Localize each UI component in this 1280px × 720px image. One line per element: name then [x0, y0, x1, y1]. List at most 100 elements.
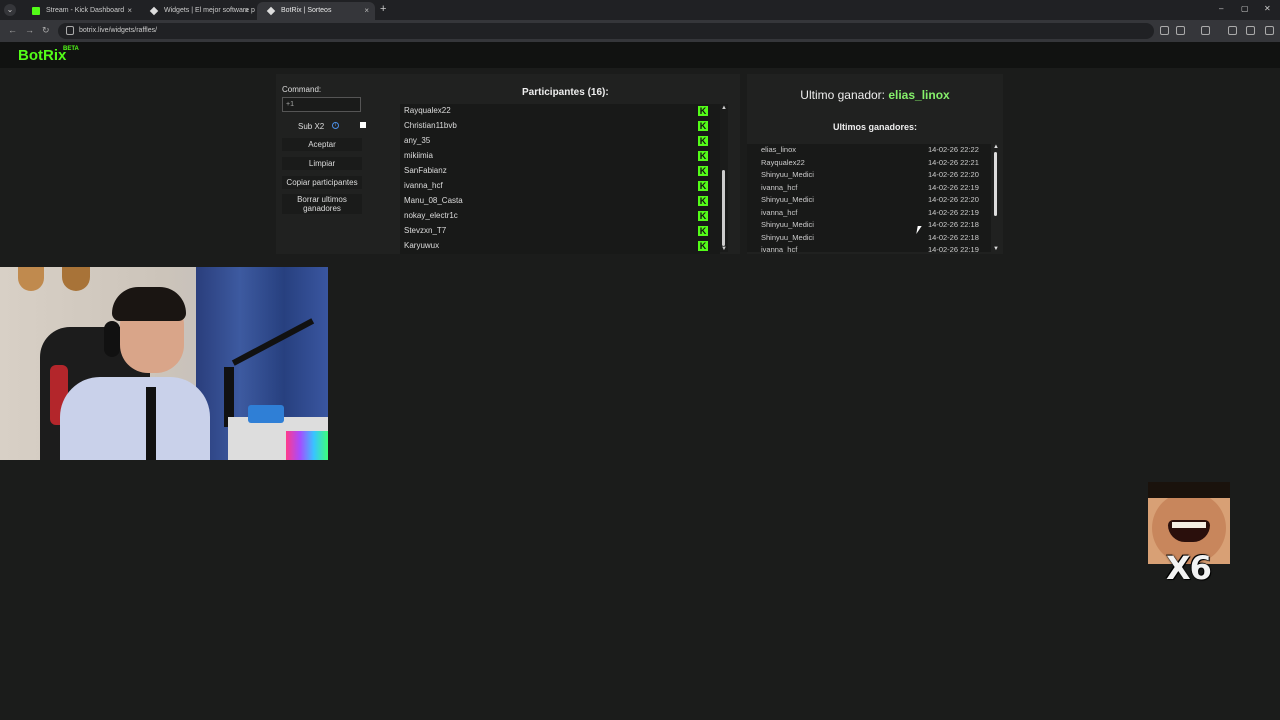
winner-name: elias_linox	[761, 145, 797, 154]
participant-row[interactable]: nokay_electr1c K	[400, 209, 720, 224]
streamer-body	[60, 377, 210, 460]
participant-name: Karyuwux	[404, 241, 440, 250]
winner-row: elias_linox 14-02-26 22:22	[747, 144, 991, 157]
browser-tab[interactable]: BotRix | Sorteos ×	[257, 2, 375, 20]
winner-row: Shinyuu_Medici 14-02-26 22:18	[747, 232, 991, 245]
tab-close-icon[interactable]: ×	[244, 2, 249, 20]
participants-list[interactable]: Rayqualex22 K Christian11bvb Kany_35 Kmikiim…	[400, 104, 720, 254]
address-bar[interactable]: botrix.live/widgets/raffles/	[58, 23, 1154, 39]
kick-icon: K	[698, 226, 708, 236]
streamer-tie	[146, 387, 156, 460]
rgb-keyboard	[286, 431, 328, 460]
maximize-button[interactable]: ▢	[1241, 4, 1249, 13]
multiplier-badge: X6	[1166, 549, 1212, 587]
translate-icon[interactable]	[1160, 26, 1169, 35]
copy-participants-button[interactable]: Copiar participantes	[282, 176, 362, 189]
window-close-button[interactable]: ✕	[1264, 4, 1271, 13]
site-info-icon[interactable]	[66, 26, 74, 35]
winner-date: 14-02-26 22:18	[928, 232, 979, 242]
streamer-hair	[112, 287, 186, 321]
url-text[interactable]: botrix.live/widgets/raffles/	[79, 23, 157, 39]
minimize-button[interactable]: –	[1219, 4, 1223, 13]
media-icon[interactable]	[1228, 26, 1237, 35]
scroll-up-icon[interactable]: ▲	[993, 144, 999, 150]
accept-button[interactable]: Aceptar	[282, 138, 362, 151]
winner-row: ivanna_hcf 14-02-26 22:19	[747, 244, 991, 252]
more-menu-icon[interactable]	[1265, 26, 1274, 35]
tab-title: Stream - Kick Dashboard	[46, 7, 125, 14]
bookmark-star-icon[interactable]	[1176, 26, 1185, 35]
new-tab-button[interactable]: +	[380, 3, 386, 15]
winner-name: Shinyuu_Medici	[761, 232, 814, 242]
botrix-logo[interactable]: BotRix	[18, 47, 66, 64]
participant-name: Rayqualex22	[404, 106, 451, 115]
participants-title: Participantes (16):	[522, 87, 609, 98]
command-input[interactable]	[282, 97, 361, 112]
winner-date: 14-02-26 22:20	[928, 170, 979, 179]
tab-close-icon[interactable]: ×	[364, 2, 369, 20]
participant-row[interactable]: SanFabianz K	[400, 164, 720, 179]
kick-icon: K	[698, 121, 708, 131]
participant-row[interactable]: Manu_08_Casta K	[400, 194, 720, 209]
kick-icon: K	[698, 151, 708, 161]
sub-x2-label: Sub X2	[298, 122, 325, 131]
back-button[interactable]: ←	[8, 25, 17, 35]
clear-button[interactable]: Limpiar	[282, 157, 362, 170]
participants-scrollbar[interactable]: ▲ ▼	[720, 104, 728, 252]
delete-winners-button[interactable]: Borrar ultimos ganadores	[282, 194, 362, 214]
winner-date: 14-02-26 22:18	[928, 220, 979, 229]
participant-name: Stevzxn_T7	[404, 226, 447, 235]
participant-name: Christian11bvb	[404, 121, 457, 130]
winner-name: Shinyuu_Medici	[761, 170, 814, 179]
kick-icon: K	[698, 166, 708, 176]
winner-name: ivanna_hcf	[761, 207, 798, 217]
winner-date: 14-02-26 22:19	[928, 245, 979, 252]
winner-date: 14-02-26 22:20	[928, 195, 979, 204]
raffle-widget: Command: Sub X2 i Aceptar Limpiar Copiar…	[276, 74, 740, 254]
scroll-thumb[interactable]	[994, 152, 997, 216]
scroll-down-icon[interactable]: ▼	[993, 246, 999, 252]
winners-scrollbar[interactable]: ▲ ▼	[993, 144, 999, 252]
kick-icon: K	[698, 241, 708, 251]
participant-row[interactable]: Stevzxn_T7 K	[400, 224, 720, 239]
info-icon[interactable]: i	[332, 122, 339, 129]
participant-row[interactable]: mikiimia K	[400, 149, 720, 164]
extensions-icon[interactable]	[1201, 26, 1210, 35]
browser-tab[interactable]: Stream - Kick Dashboard ×	[22, 2, 138, 20]
profile-icon[interactable]	[1246, 26, 1255, 35]
scroll-up-icon[interactable]: ▲	[721, 105, 727, 111]
winners-list-title: Ultimos ganadores:	[832, 122, 917, 132]
tab-search-icon[interactable]: ⌄	[4, 4, 16, 16]
sub-x2-checkbox[interactable]	[360, 122, 366, 128]
scroll-down-icon[interactable]: ▼	[721, 246, 727, 252]
participant-row[interactable]: Karyuwux K	[400, 239, 720, 254]
participant-name: nokay_electr1c	[404, 211, 458, 220]
kick-icon	[32, 7, 40, 15]
beta-badge: BETA	[63, 46, 79, 52]
meme-teeth	[1172, 522, 1206, 528]
tab-close-icon[interactable]: ×	[127, 2, 132, 20]
participant-row[interactable]: ivanna_hcf K	[400, 179, 720, 194]
winner-row: Rayqualex22 14-02-26 22:21	[747, 157, 991, 170]
winner-name: Shinyuu_Medici	[761, 220, 814, 229]
browser-tab[interactable]: Widgets | El mejor software pa ×	[140, 2, 255, 20]
winners-list[interactable]: elias_linox 14-02-26 22:22 Rayqualex22 14-0…	[747, 144, 991, 252]
last-winner-label: Ultimo ganador:	[800, 88, 885, 102]
forward-button[interactable]: →	[25, 25, 34, 35]
winner-name: ivanna_hcf	[761, 182, 798, 192]
last-winner-name: elias_linox	[888, 88, 950, 102]
kick-icon: K	[698, 106, 708, 116]
participant-name: any_35	[404, 136, 431, 145]
participant-row[interactable]: Rayqualex22 K	[400, 104, 720, 119]
desk-box	[248, 405, 284, 423]
participant-row[interactable]: Christian11bvb K	[400, 119, 720, 134]
kick-icon: K	[698, 211, 708, 221]
reload-button[interactable]: ↻	[42, 25, 50, 36]
scroll-thumb[interactable]	[722, 170, 725, 246]
site-header: BotRix BETA	[0, 42, 1280, 68]
participant-name: Manu_08_Casta	[404, 196, 463, 205]
participant-name: mikiimia	[404, 151, 433, 160]
winners-panel: Ultimo ganador: elias_linox Ultimos gana…	[747, 74, 1003, 254]
participant-row[interactable]: any_35 K	[400, 134, 720, 149]
webcam-overlay	[0, 267, 328, 460]
